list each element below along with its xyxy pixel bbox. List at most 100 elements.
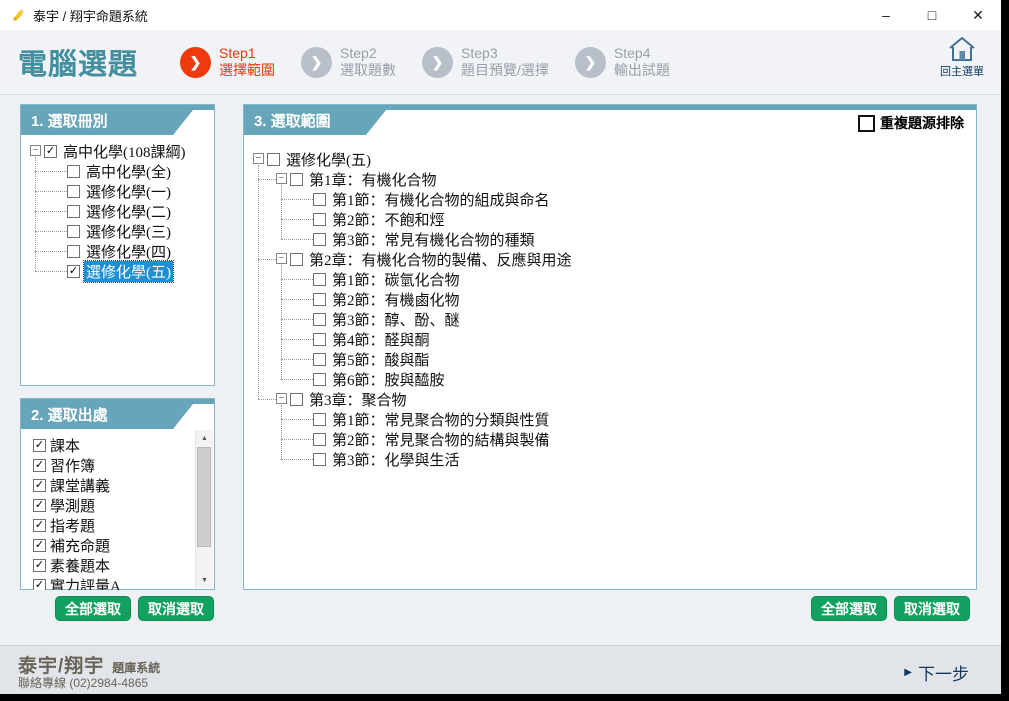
source-label[interactable]: 指考題 <box>50 515 95 536</box>
step-caption: 題目預覽/選擇 <box>461 62 549 79</box>
tree-label[interactable]: 高中化學(全) <box>84 161 173 182</box>
tree-label[interactable]: 選修化學(四) <box>84 241 173 262</box>
checkbox[interactable]: ✓ <box>67 265 80 278</box>
tree-label[interactable]: 第6節：胺與醯胺 <box>330 369 447 390</box>
step-label: Step2選取題數 <box>340 45 396 79</box>
tree-label[interactable]: 第3節：化學與生活 <box>330 449 462 470</box>
close-button[interactable]: ✕ <box>955 0 1001 30</box>
tree-connector <box>281 419 313 420</box>
tree-label[interactable]: 第4節：醛與酮 <box>330 329 432 350</box>
source-label[interactable]: 課堂講義 <box>50 475 110 496</box>
panel2-deselect-button[interactable]: 取消選取 <box>138 596 214 621</box>
checkbox[interactable] <box>290 393 303 406</box>
checkbox[interactable] <box>313 313 326 326</box>
source-label[interactable]: 學測題 <box>50 495 95 516</box>
panel3-deselect-button[interactable]: 取消選取 <box>894 596 970 621</box>
source-label[interactable]: 補充命題 <box>50 535 110 556</box>
checkbox[interactable]: ✓ <box>33 539 46 552</box>
checkbox[interactable] <box>313 213 326 226</box>
checkbox[interactable]: ✓ <box>33 479 46 492</box>
expander-icon[interactable]: − <box>253 153 264 164</box>
home-icon <box>947 35 977 62</box>
checkbox[interactable] <box>313 273 326 286</box>
source-label[interactable]: 實力評量A <box>50 575 121 591</box>
step-item[interactable]: ❯Step4輸出試題 <box>575 45 670 79</box>
source-label[interactable]: 課本 <box>50 435 80 456</box>
checkbox[interactable] <box>290 173 303 186</box>
checkbox[interactable] <box>67 185 80 198</box>
checkbox[interactable] <box>313 353 326 366</box>
tree-label[interactable]: 第2章：有機化合物的製備、反應與用途 <box>307 249 574 270</box>
tree-label[interactable]: 第1章：有機化合物 <box>307 169 439 190</box>
tree-label[interactable]: 高中化學(108課綱) <box>61 141 188 162</box>
tree-label[interactable]: 第3節：醇、酚、醚 <box>330 309 462 330</box>
checkbox[interactable] <box>290 253 303 266</box>
checkbox[interactable]: ✓ <box>33 499 46 512</box>
expander-icon[interactable]: − <box>276 173 287 184</box>
tree-label[interactable]: 選修化學(二) <box>84 201 173 222</box>
panel2-select-all-button[interactable]: 全部選取 <box>55 596 131 621</box>
checkbox[interactable] <box>313 293 326 306</box>
dedupe-checkbox[interactable] <box>858 115 875 132</box>
tree-label[interactable]: 第2節：有機鹵化物 <box>330 289 462 310</box>
checkbox[interactable] <box>67 245 80 258</box>
panel3-select-all-button[interactable]: 全部選取 <box>811 596 887 621</box>
tree-connector <box>281 359 313 360</box>
step-item[interactable]: ❯Step3題目預覽/選擇 <box>422 45 549 79</box>
checkbox[interactable] <box>267 153 280 166</box>
step-item[interactable]: ❯Step2選取題數 <box>301 45 396 79</box>
tree-label[interactable]: 第2節：不飽和烴 <box>330 209 447 230</box>
checkbox[interactable] <box>67 165 80 178</box>
scroll-up-icon[interactable]: ▲ <box>196 430 213 446</box>
checkbox[interactable]: ✓ <box>33 579 46 591</box>
tree-label[interactable]: 第1節：有機化合物的組成與命名 <box>330 189 552 210</box>
checkbox[interactable]: ✓ <box>33 519 46 532</box>
maximize-button[interactable]: □ <box>909 0 955 30</box>
tree-connector <box>281 379 313 380</box>
checkbox[interactable] <box>67 225 80 238</box>
expander-icon[interactable]: − <box>276 393 287 404</box>
source-label[interactable]: 習作簿 <box>50 455 95 476</box>
tree-label[interactable]: 選修化學(一) <box>84 181 173 202</box>
tree-label[interactable]: 選修化學(五) <box>84 261 173 282</box>
source-item: ✓ 補充命題 <box>33 535 214 555</box>
tree-label[interactable]: 第1節：碳氫化合物 <box>330 269 462 290</box>
checkbox[interactable] <box>67 205 80 218</box>
tree-line <box>281 185 282 239</box>
tree-label[interactable]: 第1節：常見聚合物的分類與性質 <box>330 409 552 430</box>
checkbox[interactable] <box>313 433 326 446</box>
panel2-button-row: 全部選取 取消選取 <box>55 596 214 621</box>
checkbox[interactable] <box>313 373 326 386</box>
next-step-button[interactable]: ▶ 下一步 <box>904 660 969 685</box>
range-tree: − 選修化學(五) − 第1章：有機化合物第1節：有機化合物的組成與命名第2節：不飽和… <box>244 149 976 469</box>
panel3-title: 3. 選取範圍 <box>244 105 390 135</box>
checkbox[interactable]: ✓ <box>33 459 46 472</box>
source-label[interactable]: 素養題本 <box>50 555 110 576</box>
checkbox[interactable] <box>313 233 326 246</box>
minimize-button[interactable]: – <box>863 0 909 30</box>
checkbox[interactable] <box>313 453 326 466</box>
expander-icon[interactable]: − <box>30 145 41 156</box>
checkbox[interactable]: ✓ <box>33 439 46 452</box>
home-button[interactable]: 回主選單 <box>933 35 991 79</box>
checkbox[interactable]: ✓ <box>33 559 46 572</box>
source-list-scrollbar[interactable]: ▲ ▼ <box>195 430 213 588</box>
checkbox[interactable] <box>313 333 326 346</box>
checkbox[interactable] <box>313 413 326 426</box>
tree-label[interactable]: 第3節：常見有機化合物的種類 <box>330 229 537 250</box>
tree-label[interactable]: 選修化學(三) <box>84 221 173 242</box>
checkbox[interactable] <box>313 193 326 206</box>
expander-icon[interactable]: − <box>276 253 287 264</box>
tree-label[interactable]: 第5節：酸與酯 <box>330 349 432 370</box>
home-label: 回主選單 <box>933 63 991 79</box>
scrollbar-thumb[interactable] <box>197 447 211 547</box>
source-item: ✓ 習作簿 <box>33 455 214 475</box>
tree-label[interactable]: 第2節：常見聚合物的結構與製備 <box>330 429 552 450</box>
tree-label[interactable]: 選修化學(五) <box>284 149 373 170</box>
tree-label[interactable]: 第3章：聚合物 <box>307 389 409 410</box>
step-item[interactable]: ❯Step1選擇範圍 <box>180 45 275 79</box>
scroll-down-icon[interactable]: ▼ <box>196 572 213 588</box>
source-item: ✓ 素養題本 <box>33 555 214 575</box>
checkbox[interactable]: ✓ <box>44 145 57 158</box>
source-item: ✓ 課本 <box>33 435 214 455</box>
